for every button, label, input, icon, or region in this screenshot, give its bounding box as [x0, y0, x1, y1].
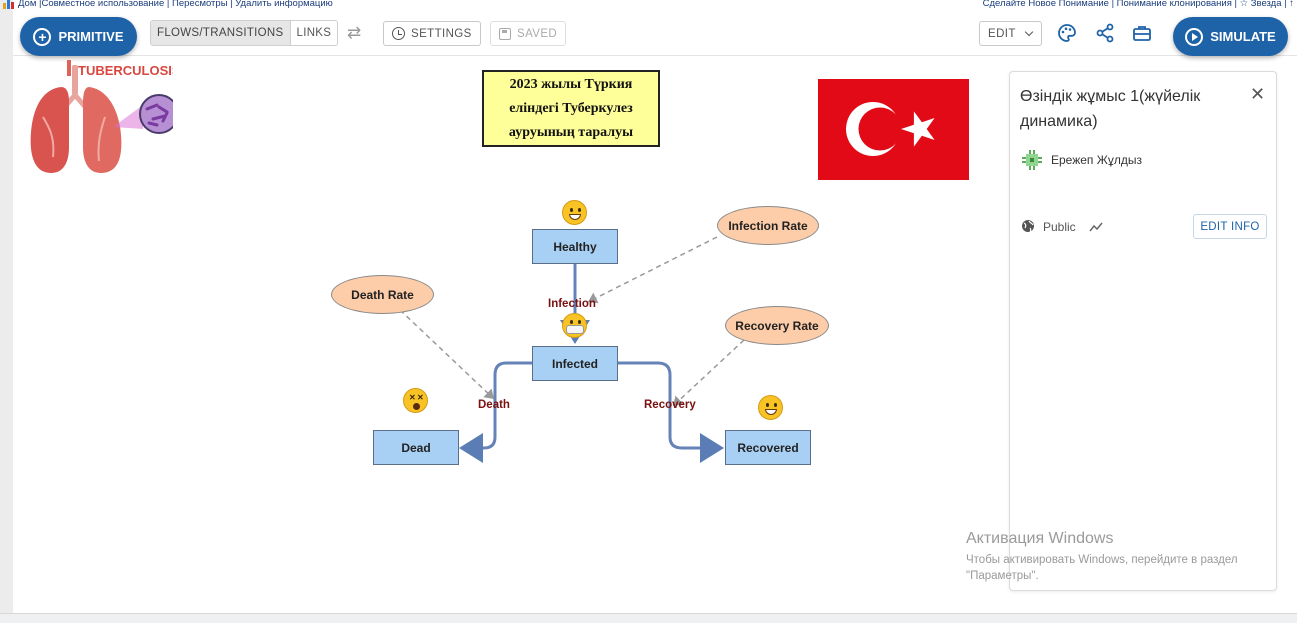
primitive-label: PRIMITIVE	[58, 29, 124, 44]
flows-transitions-tab[interactable]: FLOWS/TRANSITIONS	[151, 21, 291, 45]
play-circle-icon	[1185, 27, 1204, 46]
stock-recovered[interactable]: Recovered	[725, 430, 811, 465]
author-avatar-icon	[1022, 150, 1042, 170]
model-canvas[interactable]: 2023 жылы Түркия еліндегі Туберкулез аур…	[13, 57, 1003, 613]
turkey-flag-image[interactable]	[818, 79, 969, 180]
simulate-label: SIMULATE	[1210, 29, 1276, 44]
top-links-bar: Дом |Совместное использование | Пересмот…	[0, 0, 1297, 10]
close-icon[interactable]: ✕	[1250, 84, 1265, 105]
bottom-bar	[0, 613, 1297, 623]
insight-title: Өзіндік жұмыс 1(жүйелік динамика)	[1020, 88, 1201, 130]
stock-healthy[interactable]: Healthy	[532, 229, 618, 264]
edit-label: EDIT	[988, 27, 1016, 40]
variable-infection-rate[interactable]: Infection Rate	[717, 206, 819, 245]
dizzy-face-icon: ✕ ✕	[403, 388, 428, 413]
watermark-title: Активация Windows	[966, 530, 1114, 547]
trend-icon	[1089, 222, 1103, 232]
site-logo-icon	[3, 0, 14, 9]
smiling-face-icon	[758, 395, 783, 420]
crescent-star-icon	[846, 102, 935, 156]
flow-label-recovery[interactable]: Recovery	[644, 399, 696, 411]
top-right-links[interactable]: Сделайте Новое Понимание | Понимание кло…	[983, 0, 1294, 9]
links-tab[interactable]: LINKS	[291, 21, 338, 45]
image-caption: TUBERCULOSIS	[78, 63, 173, 78]
palette-icon[interactable]	[1056, 22, 1078, 44]
primitive-button[interactable]: + PRIMITIVE	[20, 17, 137, 56]
edit-info-button[interactable]: EDIT INFO	[1193, 214, 1267, 239]
grinning-face-icon	[562, 200, 587, 225]
briefcase-icon[interactable]	[1131, 22, 1153, 44]
settings-label: SETTINGS	[411, 27, 472, 40]
flow-label-death[interactable]: Death	[478, 399, 510, 411]
watermark-text: Чтобы активировать Windows, перейдите в …	[966, 554, 1238, 582]
mask-face-icon	[562, 313, 587, 338]
title-line-2: еліндегі Туберкулез	[509, 101, 633, 116]
windows-activation-watermark: Активация Windows Чтобы активировать Win…	[966, 530, 1266, 584]
stock-infected[interactable]: Infected	[532, 346, 618, 381]
saved-label: SAVED	[517, 27, 558, 40]
title-line-1: 2023 жылы Түркия	[509, 77, 633, 92]
variable-recovery-rate[interactable]: Recovery Rate	[725, 306, 829, 345]
visibility-label: Public	[1043, 220, 1076, 234]
edit-dropdown[interactable]: EDIT	[979, 21, 1042, 46]
share-icon[interactable]	[1094, 22, 1116, 44]
author-name[interactable]: Ережеп Жұлдыз	[1051, 153, 1142, 167]
swap-icon[interactable]: ⇄	[347, 23, 361, 43]
clock-icon	[392, 27, 405, 40]
flow-label-infection[interactable]: Infection	[548, 298, 596, 310]
toolbar: + PRIMITIVE FLOWS/TRANSITIONS LINKS ⇄ SE…	[13, 12, 1297, 56]
simulate-button[interactable]: SIMULATE	[1173, 17, 1288, 56]
connection-mode-toggle: FLOWS/TRANSITIONS LINKS	[150, 20, 339, 46]
settings-button[interactable]: SETTINGS	[383, 21, 481, 46]
model-title-box[interactable]: 2023 жылы Түркия еліндегі Туберкулез аур…	[482, 70, 660, 147]
saved-button[interactable]: SAVED	[490, 21, 567, 46]
top-left-links[interactable]: Дом |Совместное использование | Пересмот…	[18, 0, 333, 9]
variable-death-rate[interactable]: Death Rate	[331, 275, 434, 314]
save-icon	[499, 27, 511, 40]
title-line-3: ауруының таралуы	[508, 125, 634, 140]
chevron-down-icon	[1024, 27, 1034, 37]
info-panel: Өзіндік жұмыс 1(жүйелік динамика) ✕ Ереж…	[1009, 71, 1277, 591]
left-strip	[0, 0, 13, 623]
stock-dead[interactable]: Dead	[373, 430, 459, 465]
globe-icon	[1022, 220, 1034, 233]
link-death-rate[interactable]	[399, 309, 495, 400]
plus-circle-icon: +	[33, 27, 52, 46]
link-recovery-rate[interactable]	[672, 339, 745, 407]
tuberculosis-lungs-image[interactable]: TUBERCULOSIS	[13, 57, 173, 177]
